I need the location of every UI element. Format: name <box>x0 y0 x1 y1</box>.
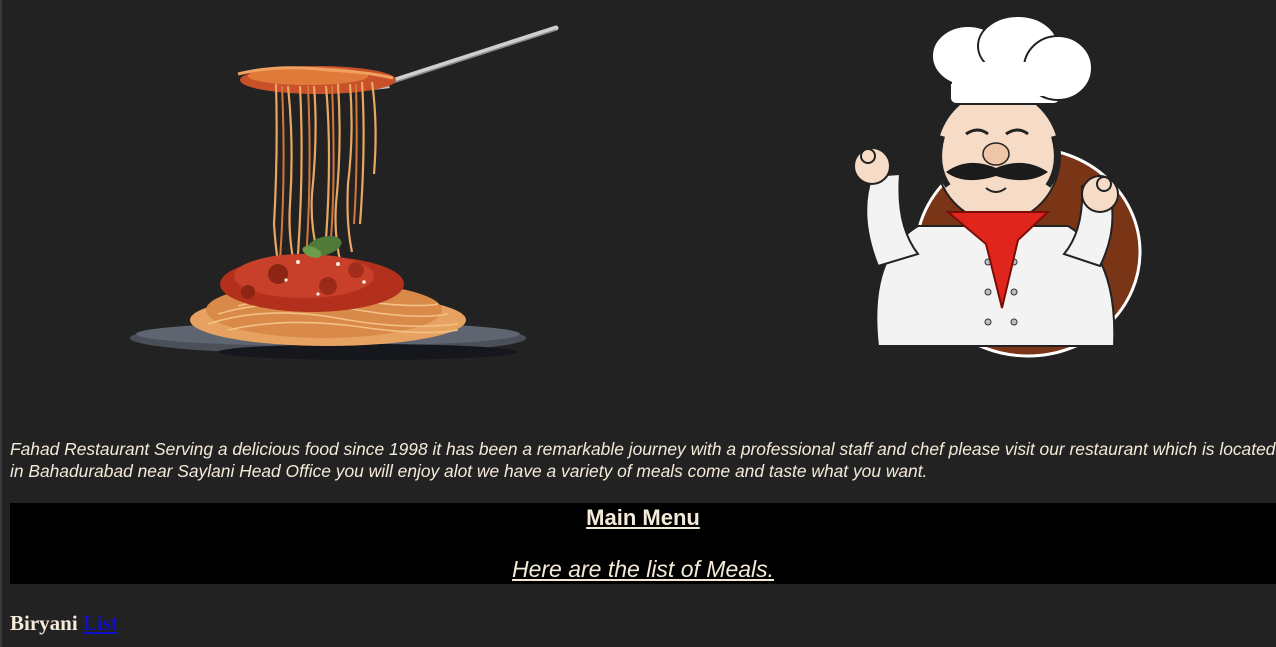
list-item: Biryani List <box>10 609 118 637</box>
hero-section <box>0 0 1276 420</box>
main-menu-banner: Main Menu Here are the list of Meals. <box>10 503 1276 584</box>
biryani-list-link[interactable]: List <box>83 611 118 635</box>
chef-mascot-image <box>853 16 1142 358</box>
main-menu-subtitle: Here are the list of Meals. <box>511 556 775 582</box>
spaghetti-fork-plate-image <box>130 25 559 360</box>
restaurant-intro-text: Fahad Restaurant Serving a delicious foo… <box>10 439 1276 481</box>
main-menu-title: Main Menu <box>586 505 700 530</box>
meal-name-biryani: Biryani <box>10 611 78 635</box>
